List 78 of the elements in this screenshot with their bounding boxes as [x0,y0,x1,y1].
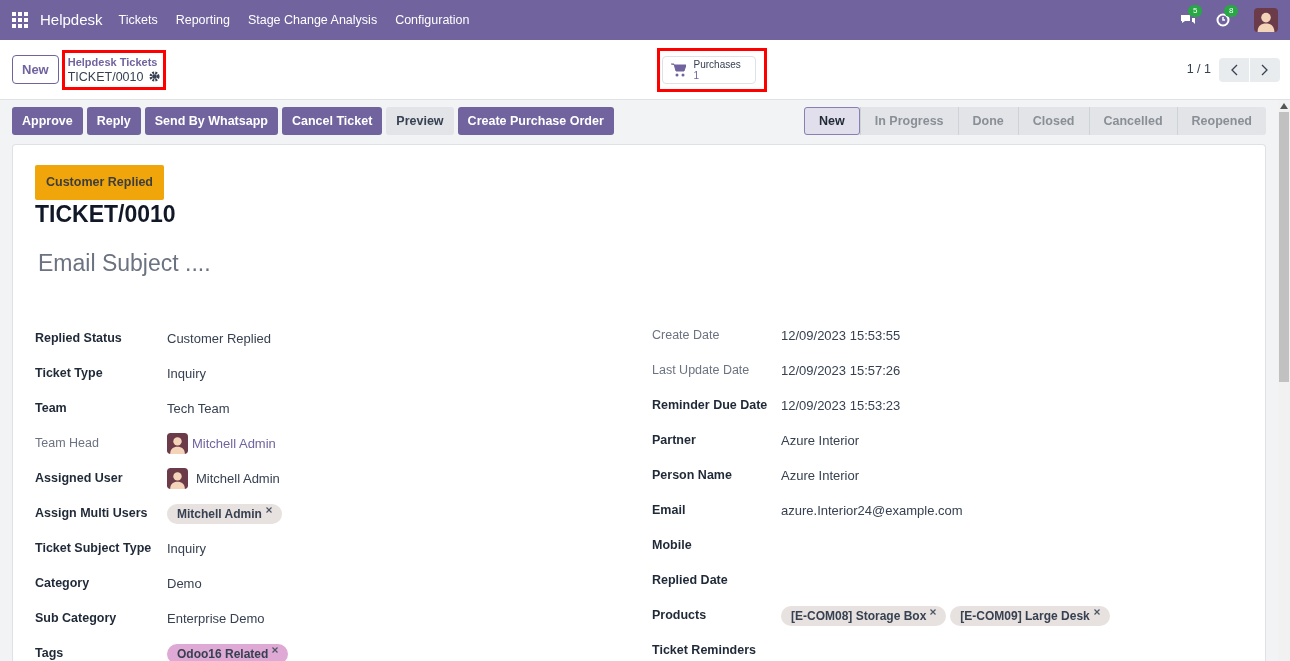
field-label: Mobile [652,537,693,555]
field-value: 12/09/2023 15:57:26 [781,362,901,380]
notification-badge: 5 [1188,5,1203,17]
smart-button-label: Purchases [693,58,741,70]
field-label: Replied Date [652,572,729,590]
field-label: Last Update Date [652,362,751,380]
field-label: Ticket Type [35,365,104,383]
field-value: 12/09/2023 15:53:55 [781,327,901,345]
field-label: Team Head [35,435,100,453]
field-label: Person Name [652,467,733,485]
field-value: azure.Interior24@example.com [781,502,963,520]
chevron-right-icon [1261,63,1269,76]
previous-button[interactable] [1219,57,1249,82]
remove-icon[interactable] [1093,608,1100,615]
field-value: Enterprise Demo [167,610,265,628]
menu-item[interactable]: Tickets [118,10,158,30]
avatar-icon [167,468,188,490]
field-label: Category [35,575,91,593]
remove-icon[interactable] [930,608,937,615]
field-label: Reminder Due Date [652,397,769,415]
user-avatar-icon [1254,8,1278,32]
field-label: Create Date [652,327,721,345]
remove-icon[interactable] [265,506,272,513]
field-label: Products [652,607,708,625]
field-value: Inquiry [167,540,207,558]
breadcrumb-link[interactable]: Helpdesk Tickets [67,54,161,69]
field-value: Azure Interior [781,467,860,485]
apps-menu-icon[interactable] [12,12,28,28]
stage-tab[interactable]: New [804,107,860,135]
field-label: Tags [35,645,65,661]
action-button[interactable]: Create Purchase Order [457,107,614,135]
menu-item[interactable]: Stage Change Analysis [247,10,378,30]
tag[interactable]: [E-COM08] Storage Box [781,605,947,626]
tag[interactable]: Mitchell Admin [167,503,282,524]
pager-value: 1 / 1 [1186,61,1211,79]
purchases-smart-button[interactable]: Purchases 1 [661,55,756,84]
field-label: Assign Multi Users [35,505,149,523]
cart-icon [670,62,686,77]
field-value: Azure Interior [781,432,860,450]
field-value: Customer Replied [167,330,272,348]
field-label: Email [652,502,687,520]
scroll-up-icon[interactable] [1280,103,1288,109]
field-value: Inquiry [167,365,207,383]
field-label: Ticket Reminders [652,642,757,660]
tag[interactable]: [E-COM09] Large Desk [950,605,1110,626]
action-button[interactable]: Reply [86,107,141,135]
smart-button-count: 1 [693,69,700,81]
field-value: Demo [167,575,202,593]
menu-item[interactable]: Reporting [175,10,230,30]
field-label: Sub Category [35,610,118,628]
subject-field[interactable]: Email Subject .... [38,245,598,281]
chevron-left-icon [1230,63,1238,76]
action-button[interactable]: Preview [386,107,454,135]
clock-icon[interactable] [1216,13,1230,27]
field-label: Team [35,400,68,418]
field-value: Mitchell Admin [196,470,280,488]
remove-icon[interactable] [272,646,279,653]
app-title[interactable]: Helpdesk [40,8,103,32]
scrollbar-thumb[interactable] [1279,112,1289,382]
new-button[interactable]: New [12,55,59,84]
tag[interactable]: Odoo16 Related [167,643,289,661]
field-label: Partner [652,432,697,450]
action-button[interactable]: Send By Whatsapp [144,107,278,135]
field-value: 12/09/2023 15:53:23 [781,397,901,415]
action-button[interactable]: Approve [12,107,83,135]
action-button[interactable]: Cancel Ticket [281,107,383,135]
record-name: TICKET/0010 [67,68,144,85]
user-link[interactable]: Mitchell Admin [192,434,276,454]
field-value: Tech Team [167,400,230,418]
field-label: Ticket Subject Type [35,540,153,558]
menu-item[interactable]: Configuration [395,10,470,30]
notification-badge: 8 [1224,5,1239,17]
gear-icon[interactable] [149,71,161,82]
field-label: Replied Status [35,330,123,348]
field-label: Assigned User [35,470,124,488]
ticket-title: TICKET/0010 [35,199,177,228]
avatar-icon [167,433,188,455]
status-ribbon: Customer Replied [35,165,164,200]
